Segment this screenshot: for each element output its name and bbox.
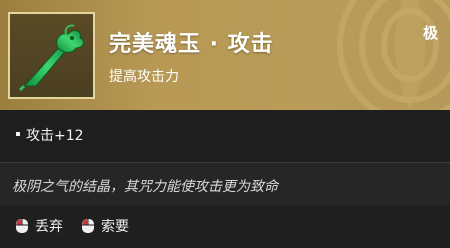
discard-label: 丢弃: [35, 219, 63, 235]
item-tooltip: 完美魂玉 · 攻击 提高攻击力 极 攻击+12 极阴之气的结晶，其咒力能使攻击更…: [0, 0, 450, 248]
mouse-icon: [82, 219, 94, 233]
jade-sword-icon: [18, 24, 84, 92]
header-ornament-icon: [337, 0, 450, 110]
request-label: 索要: [101, 219, 129, 235]
description-section: 极阴之气的结晶，其咒力能使攻击更为致命: [0, 163, 450, 205]
discard-button[interactable]: 丢弃: [14, 215, 63, 237]
bullet-icon: [16, 132, 20, 136]
item-name: 完美魂玉 · 攻击: [109, 32, 274, 57]
stat-line: 攻击+12: [16, 125, 84, 145]
item-description: 极阴之气的结晶，其咒力能使攻击更为致命: [12, 179, 278, 195]
item-grade-badge: 极: [422, 24, 438, 42]
action-bar: 丢弃 索要: [0, 205, 450, 248]
stats-section: 攻击+12: [0, 110, 450, 162]
stat-text: 攻击+12: [26, 128, 84, 144]
tooltip-header: 完美魂玉 · 攻击 提高攻击力 极: [0, 0, 450, 110]
mouse-icon: [16, 219, 28, 233]
request-button[interactable]: 索要: [80, 215, 129, 237]
item-icon-frame[interactable]: [8, 12, 95, 99]
item-subtitle: 提高攻击力: [109, 69, 179, 85]
